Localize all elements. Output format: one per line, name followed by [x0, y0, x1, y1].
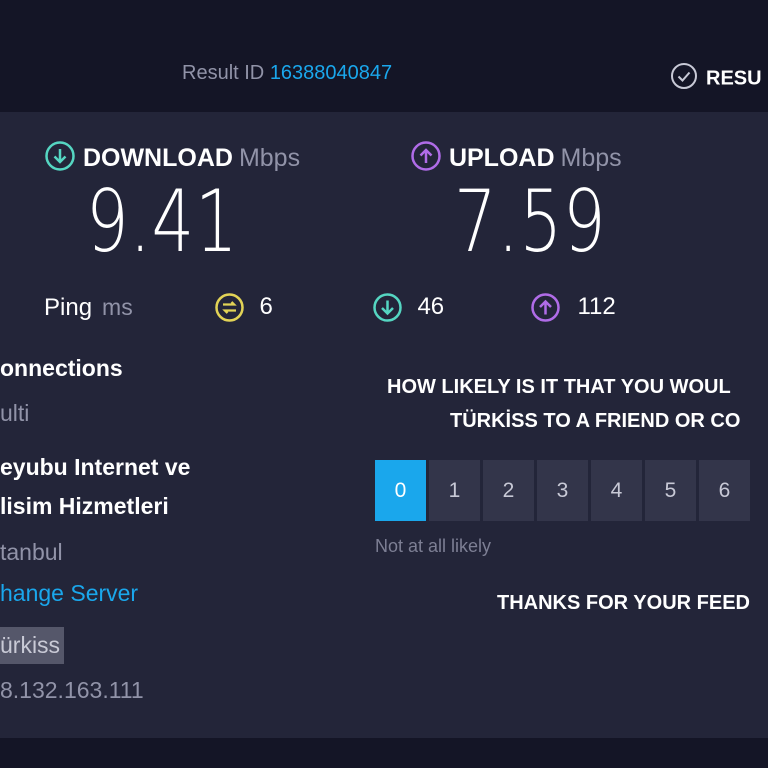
rating-option[interactable]: 1: [429, 460, 480, 521]
ping-download-value: 46: [417, 293, 445, 321]
rating-option[interactable]: 6: [699, 460, 750, 521]
change-server-link[interactable]: hange Server: [0, 580, 138, 607]
rating-low-label: Not at all likely: [375, 536, 492, 556]
download-arrow-icon: [44, 140, 76, 179]
results-button-label: RESU: [706, 67, 762, 90]
survey-question-line1: HOW LIKELY IS IT THAT YOU WOUL: [387, 376, 731, 398]
host-name: ürkiss: [0, 627, 65, 664]
rating-option[interactable]: 5: [645, 460, 696, 521]
survey-thanks: THANKS FOR YOUR FEED: [497, 592, 750, 614]
ping-idle: 6: [214, 292, 273, 328]
result-id-label: Result ID: [182, 62, 265, 84]
ping-label: Ping ms: [44, 294, 133, 322]
ping-unit: ms: [102, 294, 133, 320]
download-label: DOWNLOAD: [82, 144, 233, 173]
connections-label: onnections: [0, 355, 123, 381]
download-unit: Mbps: [238, 144, 301, 173]
rating-scale: 0 1 2 3 4 5 6: [375, 460, 750, 521]
upload-unit: Mbps: [560, 144, 622, 173]
bottom-bar: [0, 738, 768, 768]
survey-question-line2: TÜRKİSS TO A FRIEND OR CO: [450, 410, 741, 432]
isp-name-line1: eyubu Internet ve: [0, 454, 191, 480]
ip-address: 8.132.163.111: [0, 677, 144, 703]
top-bar: [0, 0, 768, 112]
ping-upload: 112: [530, 292, 616, 328]
ping-jitter-icon: [214, 292, 245, 328]
result-id: Result ID 16388040847: [182, 62, 392, 85]
rating-option[interactable]: 0: [375, 460, 426, 521]
ping-idle-value: 6: [259, 293, 273, 321]
rating-option[interactable]: 3: [537, 460, 588, 521]
upload-arrow-icon: [410, 140, 442, 179]
download-arrow-icon: [372, 292, 403, 328]
isp-name-line2: lisim Hizmetleri: [0, 493, 169, 519]
server-location: tanbul: [0, 539, 63, 565]
upload-arrow-icon: [530, 292, 561, 328]
ping-label-text: Ping: [44, 294, 93, 321]
download-speed: 9.41: [86, 172, 239, 272]
upload-label: UPLOAD: [448, 144, 555, 173]
ping-download: 46: [372, 292, 444, 328]
result-id-link[interactable]: 16388040847: [270, 62, 392, 84]
upload-speed: 7.59: [454, 172, 607, 272]
rating-option[interactable]: 4: [591, 460, 642, 521]
connections-value: ulti: [0, 400, 30, 426]
check-circle-icon: [670, 62, 698, 96]
results-button[interactable]: RESU: [670, 62, 762, 96]
rating-option[interactable]: 2: [483, 460, 534, 521]
ping-upload-value: 112: [577, 293, 616, 321]
